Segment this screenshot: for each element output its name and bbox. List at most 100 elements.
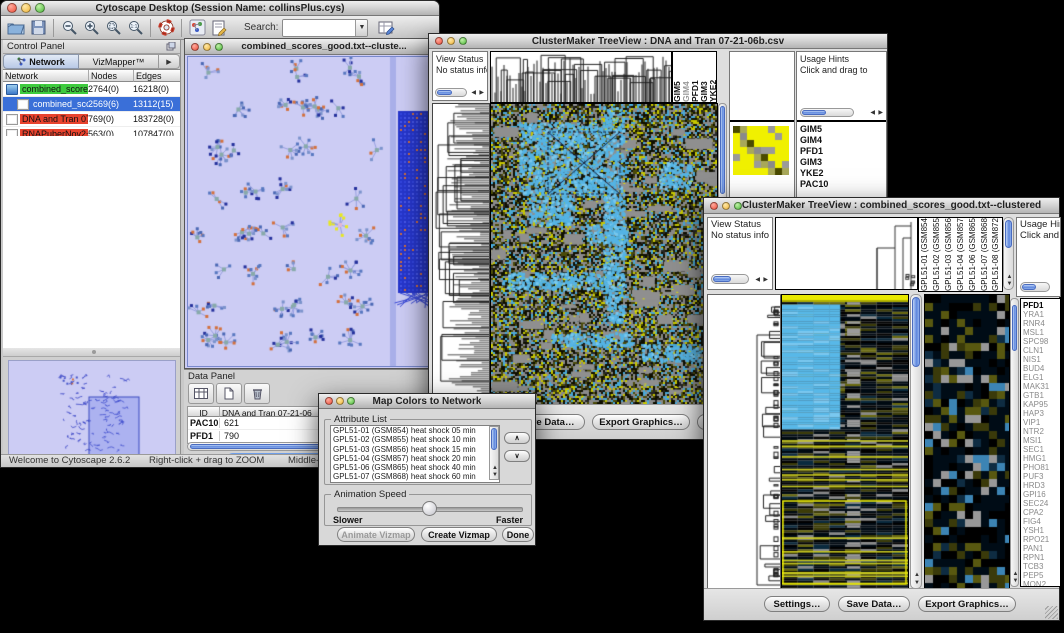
zoom-button[interactable]: [215, 43, 223, 51]
gene-label[interactable]: BUD4: [1023, 364, 1060, 373]
gene-label[interactable]: KAP95: [1023, 400, 1060, 409]
treeview-combined-titlebar[interactable]: ClusterMaker TreeView : combined_scores_…: [704, 198, 1059, 214]
tab-vizmapper[interactable]: VizMapper™: [79, 54, 159, 69]
cytoscape-titlebar[interactable]: Cytoscape Desktop (Session Name: collins…: [1, 1, 439, 16]
scroll-thumb[interactable]: [802, 110, 826, 115]
scroll-right-arrow[interactable]: ▶: [878, 110, 883, 116]
scroll-up-arrow[interactable]: ▲: [1013, 571, 1019, 577]
col-header-network[interactable]: Network: [3, 70, 89, 82]
gene-label[interactable]: PHO81: [1023, 463, 1060, 472]
gene-label[interactable]: CLN1: [1023, 346, 1060, 355]
network-window-titlebar[interactable]: combined_scores_good.txt--cluste...: [185, 39, 437, 55]
settings-button[interactable]: Settings…: [764, 596, 830, 612]
open-file-icon[interactable]: [6, 19, 26, 37]
minimize-button[interactable]: [21, 3, 31, 13]
tv2-genelist-vscrollbar[interactable]: ▲ ▼: [1010, 298, 1019, 587]
gene-label[interactable]: GTB1: [1023, 391, 1060, 400]
scroll-up-arrow[interactable]: ▲: [1007, 274, 1013, 280]
row-label[interactable]: PFD1: [798, 146, 886, 157]
network-list-row[interactable]: combined_sco2569(6)13112(15): [3, 97, 180, 112]
gene-label[interactable]: NTR2: [1023, 427, 1060, 436]
column-label[interactable]: GPL51-02 (GSM855): [932, 218, 941, 291]
minimize-button[interactable]: [203, 43, 211, 51]
gene-label[interactable]: SEC1: [1023, 445, 1060, 454]
minimize-button[interactable]: [447, 37, 455, 45]
gene-label[interactable]: YRA1: [1023, 310, 1060, 319]
save-data-button[interactable]: Save Data…: [838, 596, 910, 612]
zoom-button[interactable]: [35, 3, 45, 13]
column-label[interactable]: GPL51-03 (GSM856): [944, 218, 953, 291]
tv2-row-dendrogram[interactable]: [707, 294, 781, 589]
minimize-button[interactable]: [336, 397, 344, 405]
table-edit-icon[interactable]: [376, 19, 396, 37]
birdseye-canvas[interactable]: [9, 361, 173, 455]
scroll-up-arrow[interactable]: ▲: [914, 572, 920, 578]
save-icon[interactable]: [28, 19, 48, 37]
zoom-fit-icon[interactable]: 1:1: [125, 19, 145, 37]
gene-label[interactable]: ELG1: [1023, 373, 1060, 382]
delete-attribute-icon[interactable]: [244, 383, 270, 404]
gene-label[interactable]: RPO21: [1023, 535, 1060, 544]
network-list-row[interactable]: combined_scores2764(0)16218(0): [3, 82, 180, 97]
attribute-item[interactable]: GPL51-04 (GSM857) heat shock 20 min: [331, 454, 489, 463]
network-list-empty-area[interactable]: [3, 136, 180, 349]
tv2-column-dendrogram[interactable]: [775, 217, 918, 290]
attribute-list-scrollbar[interactable]: ▲ ▼: [489, 426, 499, 480]
scroll-right-arrow[interactable]: ▶: [479, 90, 484, 96]
gene-label[interactable]: YSH1: [1023, 526, 1060, 535]
col-header-nodes[interactable]: Nodes: [89, 70, 134, 82]
scroll-down-arrow[interactable]: ▼: [914, 580, 920, 586]
gene-label[interactable]: SEC24: [1023, 499, 1060, 508]
tv1-row-dendrogram[interactable]: [432, 103, 490, 405]
scroll-thumb[interactable]: [437, 90, 452, 95]
close-button[interactable]: [325, 397, 333, 405]
tv2-heatmap-vscrollbar[interactable]: ▲ ▼: [910, 294, 922, 589]
gene-label[interactable]: CPA2: [1023, 508, 1060, 517]
scroll-left-arrow[interactable]: ◀: [471, 90, 476, 96]
gene-label[interactable]: HMG1: [1023, 454, 1060, 463]
scroll-down-arrow[interactable]: ▼: [1013, 578, 1019, 584]
tv2-zoom-heatmap[interactable]: [924, 294, 1010, 589]
vizmapper-icon[interactable]: [187, 19, 207, 37]
tv2-heatmap[interactable]: [781, 294, 909, 589]
lifesaver-help-icon[interactable]: [156, 19, 176, 37]
gene-label[interactable]: SPC98: [1023, 337, 1060, 346]
dialog-titlebar[interactable]: Map Colors to Network: [319, 394, 535, 409]
export-graphics-button[interactable]: Export Graphics…: [918, 596, 1016, 612]
annotation-icon[interactable]: [209, 19, 229, 37]
tab-overflow-button[interactable]: ▶: [159, 54, 180, 69]
view-status-scrollbar[interactable]: [435, 88, 467, 97]
birdseye-view[interactable]: [8, 360, 176, 458]
gene-label[interactable]: MON2: [1023, 580, 1060, 587]
gene-label[interactable]: TCB3: [1023, 562, 1060, 571]
close-button[interactable]: [710, 202, 718, 210]
column-label[interactable]: GPL51-01 (GSM854): [920, 218, 929, 291]
column-label[interactable]: GPL51-04 (GSM857): [956, 218, 965, 291]
create-vizmap-button[interactable]: Create Vizmap: [421, 527, 497, 542]
attribute-item[interactable]: GPL51-06 (GSM865) heat shock 40 min: [331, 463, 489, 472]
row-label[interactable]: YKE2: [798, 168, 886, 179]
animate-vizmap-button[interactable]: Animate Vizmap: [337, 527, 415, 542]
scroll-thumb[interactable]: [1022, 284, 1036, 290]
column-label[interactable]: GPL51-06 (GSM865): [968, 218, 977, 291]
scroll-up-arrow[interactable]: ▲: [492, 465, 498, 471]
attribute-item[interactable]: GPL51-03 (GSM856) heat shock 15 min: [331, 445, 489, 454]
gene-label[interactable]: MAK31: [1023, 382, 1060, 391]
zoom-button[interactable]: [459, 37, 467, 45]
move-up-button[interactable]: ∧: [504, 432, 530, 444]
scroll-left-arrow[interactable]: ◀: [755, 277, 760, 283]
scroll-down-arrow[interactable]: ▼: [1007, 281, 1013, 287]
tv1-zoom-matrix[interactable]: [733, 126, 789, 175]
scroll-thumb[interactable]: [1012, 305, 1017, 351]
network-list-row[interactable]: DNA and Tran 07769(0)183728(0): [3, 112, 180, 127]
column-label[interactable]: GPL51-07 (GSM868): [980, 218, 989, 291]
row-label[interactable]: GIM5: [798, 124, 886, 135]
zoom-selected-icon[interactable]: [103, 19, 123, 37]
scroll-thumb[interactable]: [912, 297, 920, 367]
gene-label[interactable]: FIG4: [1023, 517, 1060, 526]
close-button[interactable]: [7, 3, 17, 13]
gene-label[interactable]: VIP1: [1023, 418, 1060, 427]
close-button[interactable]: [191, 43, 199, 51]
tv2-collabel-vscrollbar[interactable]: ▲ ▼: [1003, 217, 1014, 290]
speed-slider-thumb[interactable]: [422, 501, 437, 516]
